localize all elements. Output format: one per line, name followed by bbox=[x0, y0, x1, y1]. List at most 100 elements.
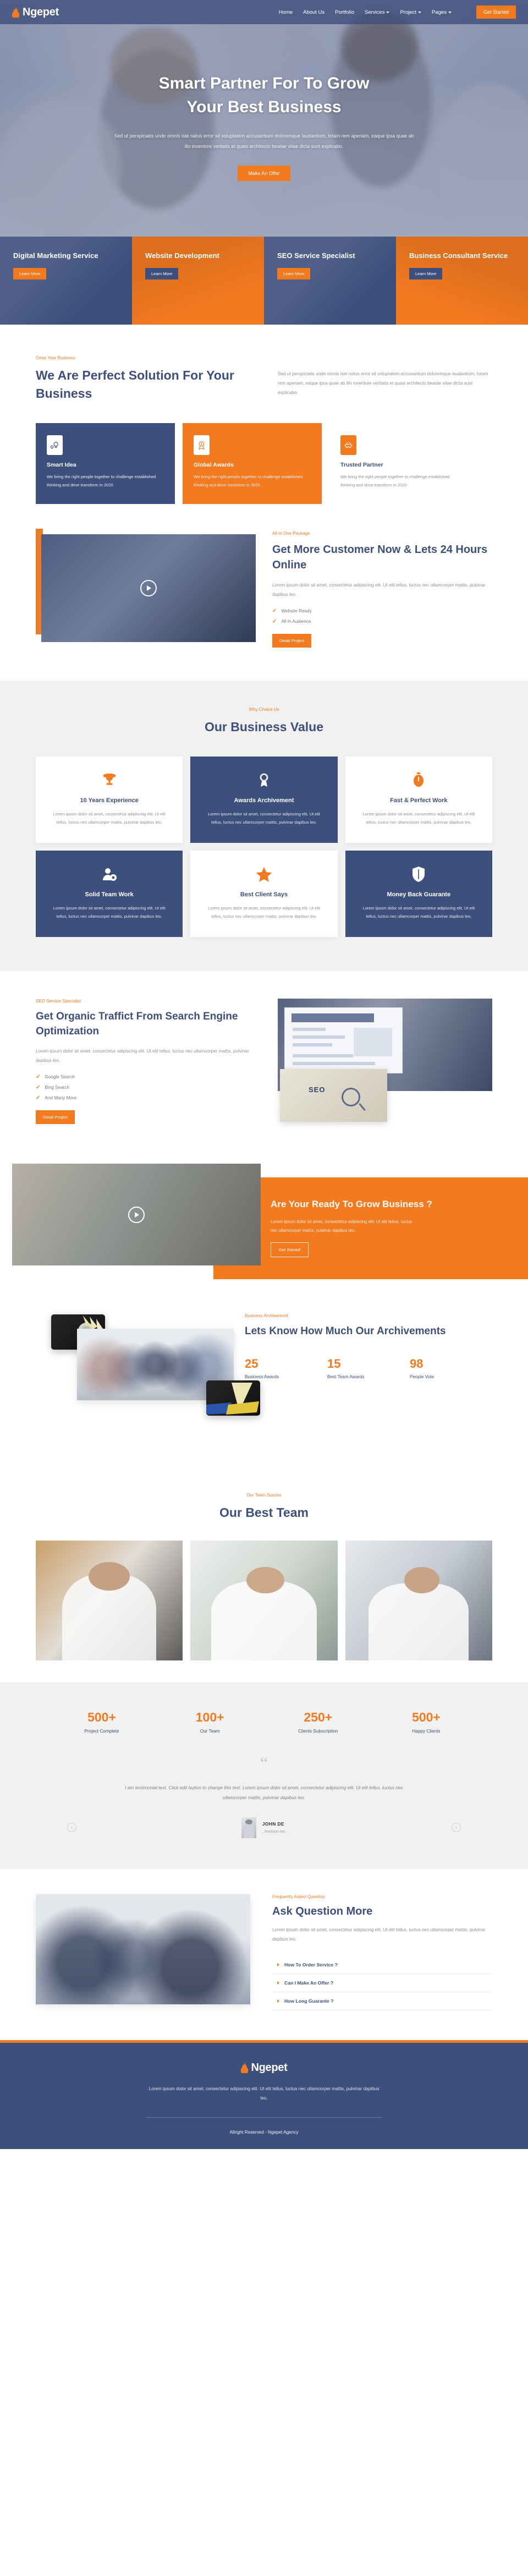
counter-number: 500+ bbox=[87, 1709, 116, 1724]
footer-brand-name: Ngepet bbox=[251, 2061, 288, 2074]
brand-name: Ngepet bbox=[23, 6, 59, 18]
faq-copy: Frequently Asked Question Ask Question M… bbox=[272, 1894, 492, 2011]
business-value-heading: Why Choice Us Our Business Value bbox=[36, 707, 492, 736]
feature-card-global-awards: Global Awards We bring the right people … bbox=[183, 423, 322, 504]
hero-content: Smart Partner For To Grow Your Best Busi… bbox=[0, 0, 528, 237]
counter-happy-clients: 500+ Happy Clients bbox=[377, 1710, 476, 1734]
package-copy: All In One Package Get More Customer Now… bbox=[272, 529, 492, 648]
section-eyebrow: Frequently Asked Question bbox=[272, 1894, 326, 1899]
service-tile-business-consultant[interactable]: Business Consultant Service Learn More bbox=[396, 237, 528, 325]
play-button[interactable] bbox=[140, 579, 157, 596]
service-tile-website-development[interactable]: Website Development Learn More bbox=[132, 237, 264, 325]
team-member-photo bbox=[345, 1540, 492, 1660]
value-card-text: Lorem ipsum dolor sit amet, consectetur … bbox=[208, 812, 320, 825]
feature-text: We bring the right people together to ch… bbox=[47, 474, 156, 488]
section-title: We Are Perfect Solution For Your Busines… bbox=[36, 368, 234, 401]
stat-people-vote: 98 People Vote bbox=[410, 1357, 492, 1379]
perfect-paragraph: Sed ut perspiciatis unde omnis iste natu… bbox=[278, 371, 488, 396]
testimonial-prev-button[interactable]: ‹ bbox=[67, 1822, 76, 1832]
testimonial-author: JOHN DE , Invision Inc. bbox=[36, 1817, 492, 1838]
package-section: All In One Package Get More Customer Now… bbox=[36, 504, 492, 681]
check-icon: ✓ bbox=[36, 1095, 41, 1101]
nav-item-portfolio[interactable]: Portfolio bbox=[335, 9, 354, 15]
chevron-down-icon bbox=[418, 11, 422, 13]
nav-item-pages[interactable]: Pages bbox=[432, 9, 452, 15]
ready-title: Are Your Ready To Grow Business ? bbox=[271, 1199, 432, 1209]
faq-list: How To Order Service ? Can I Make An Off… bbox=[272, 1956, 492, 2011]
user-gear-icon bbox=[48, 865, 170, 884]
faq-item-guarantee[interactable]: How Long Guarante ? bbox=[272, 1992, 492, 2011]
flame-icon bbox=[240, 2062, 248, 2074]
check-list-item: ✓ And Many More bbox=[36, 1095, 256, 1101]
detail-project-button[interactable]: Detail Project bbox=[36, 1110, 75, 1125]
value-card-fast-work: Fast & Perfect Work Lorem ipsum dolor si… bbox=[345, 757, 492, 843]
testimonial-next-button[interactable]: › bbox=[452, 1822, 461, 1832]
counter-number: 100+ bbox=[195, 1709, 224, 1724]
perfect-solution-section: Grow Your Business We Are Perfect Soluti… bbox=[0, 325, 528, 504]
feature-card-smart-idea: Smart Idea We bring the right people tog… bbox=[36, 423, 175, 504]
chevron-down-icon bbox=[386, 11, 390, 13]
check-label: And Many More bbox=[45, 1095, 77, 1101]
tile-background-image bbox=[132, 237, 264, 325]
check-list-item: ✓ All In Audience bbox=[272, 618, 492, 624]
service-tile-seo-specialist[interactable]: SEO Service Specialist Learn More bbox=[264, 237, 396, 325]
counter-label: Clients Subscription bbox=[298, 1728, 338, 1734]
counter-label: Our Team bbox=[200, 1728, 220, 1734]
stopwatch-icon bbox=[358, 771, 480, 790]
seo-section: SEO Service Specialist Get Organic Traff… bbox=[36, 971, 492, 1164]
testimonial-company: , Invision Inc. bbox=[262, 1829, 287, 1834]
triangle-right-icon bbox=[277, 1999, 279, 2003]
brand-logo[interactable]: Ngepet bbox=[12, 6, 59, 19]
nav-item-about-us[interactable]: About Us bbox=[303, 9, 324, 15]
feature-title: Smart Idea bbox=[47, 462, 76, 469]
check-icon: ✓ bbox=[36, 1084, 41, 1091]
check-list-item: ✓ Google Search bbox=[36, 1074, 256, 1080]
get-started-button[interactable]: Get Started bbox=[271, 1242, 309, 1258]
counters-section: 500+ Project Complete 100+ Our Team 250+… bbox=[0, 1682, 528, 1758]
learn-more-button[interactable]: Learn More bbox=[13, 268, 47, 280]
hero-title: Smart Partner For To Grow Your Best Busi… bbox=[158, 74, 370, 116]
footer-brand[interactable]: Ngepet bbox=[0, 2062, 528, 2074]
quote-icon: “ bbox=[260, 1752, 268, 1773]
tile-background-image bbox=[264, 237, 396, 325]
main-nav: Home About Us Portfolio Services Project… bbox=[279, 6, 516, 19]
section-eyebrow: Grow Your Business bbox=[36, 355, 76, 360]
counter-project-complete: 500+ Project Complete bbox=[52, 1710, 151, 1734]
section-eyebrow: SEO Service Specialist bbox=[36, 999, 81, 1004]
seo-card-label: SEO bbox=[309, 1086, 326, 1094]
check-label: All In Audience bbox=[281, 619, 311, 624]
star-icon bbox=[202, 865, 325, 884]
section-eyebrow: Why Choice Us bbox=[249, 707, 279, 712]
check-label: Google Search bbox=[45, 1075, 75, 1080]
section-title: Our Best Team bbox=[219, 1505, 309, 1520]
learn-more-button[interactable]: Learn More bbox=[145, 268, 179, 280]
learn-more-button[interactable]: Learn More bbox=[277, 268, 311, 280]
stat-number: 25 bbox=[245, 1356, 258, 1371]
make-an-offer-button[interactable]: Make An Offer bbox=[238, 166, 290, 182]
tile-background-image bbox=[0, 237, 132, 325]
nav-item-project[interactable]: Project bbox=[400, 9, 422, 15]
team-heading: Our Team Succes Our Best Team bbox=[36, 1493, 492, 1522]
business-value-section: Why Choice Us Our Business Value 10 Year… bbox=[0, 681, 528, 971]
detail-project-button[interactable]: Detail Project bbox=[272, 634, 312, 648]
trophy-icon bbox=[48, 771, 170, 790]
faq-item-order-service[interactable]: How To Order Service ? bbox=[272, 1956, 492, 1975]
play-button[interactable] bbox=[128, 1206, 145, 1223]
service-tile-title: SEO Service Specialist bbox=[277, 251, 355, 260]
achievement-stats: 25 Business Awards 15 Best Team Awards 9… bbox=[245, 1357, 492, 1379]
feature-title: Global Awards bbox=[194, 462, 234, 469]
achievement-copy: Business Archivement Lets Know How Much … bbox=[245, 1313, 492, 1379]
counters-grid: 500+ Project Complete 100+ Our Team 250+… bbox=[36, 1710, 492, 1734]
value-card-title: Awards Archivement bbox=[234, 797, 294, 804]
service-tile-digital-marketing[interactable]: Digital Marketing Service Learn More bbox=[0, 237, 132, 325]
package-image bbox=[41, 534, 256, 642]
value-card-money-back: Money Back Guarante Lorem ipsum dolor si… bbox=[345, 851, 492, 937]
nav-item-home[interactable]: Home bbox=[279, 9, 293, 15]
testimonial-text: I am testimonial text. Click edit button… bbox=[125, 1784, 403, 1801]
seo-media: SEO bbox=[270, 999, 492, 1136]
nav-item-services[interactable]: Services bbox=[365, 9, 390, 15]
faq-item-make-offer[interactable]: Can I Make An Offer ? bbox=[272, 1974, 492, 1993]
get-started-button[interactable]: Get Started bbox=[476, 6, 516, 19]
learn-more-button[interactable]: Learn More bbox=[409, 268, 443, 280]
section-eyebrow: Our Team Succes bbox=[246, 1493, 282, 1498]
